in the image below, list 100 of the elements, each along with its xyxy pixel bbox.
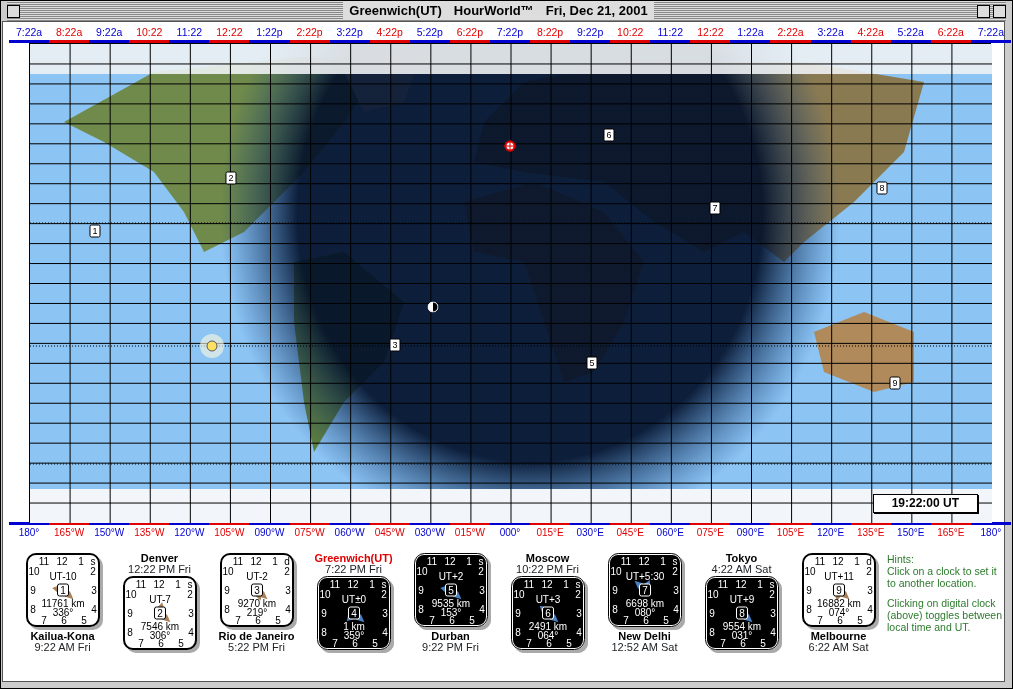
longitude-label: 120°E: [810, 522, 851, 539]
close-box[interactable]: [7, 4, 20, 18]
dial-numeral: 10: [318, 588, 331, 600]
dial-numeral: 1: [853, 555, 860, 567]
utc-offset: UT±0: [341, 593, 366, 605]
dial-numeral: 3: [672, 584, 679, 596]
dial-numeral: 4: [575, 626, 582, 638]
dial-numeral: 11: [523, 578, 534, 590]
dial-numeral: 5: [856, 614, 863, 626]
dial-numeral: 11: [717, 578, 728, 590]
dial-numeral: 2: [671, 565, 678, 577]
dial-numeral: 9: [611, 584, 618, 596]
dial-numeral: 9: [417, 584, 424, 596]
hints-title: Hints:: [887, 553, 915, 565]
local-time: 12:22 PM Fri: [128, 564, 191, 575]
dial-numeral: 4: [478, 603, 485, 615]
dial-numeral: 7: [40, 614, 47, 626]
local-time: 9:22 PM Fri: [422, 642, 479, 653]
dial-numeral: 9: [805, 584, 812, 596]
dial-numeral: 12: [540, 578, 553, 590]
dial-numeral: 1: [368, 578, 375, 590]
clock-number: 7: [638, 583, 651, 597]
clock-number: 3: [250, 583, 263, 597]
dial-numeral: 8: [514, 626, 521, 638]
window-title: Fri, Dec 21, 2001: [539, 2, 654, 20]
dial-numeral: 3: [187, 607, 194, 619]
dial-numeral: 5: [274, 614, 281, 626]
dial-numeral: 4: [672, 603, 679, 615]
local-time: 9:22 AM Fri: [34, 642, 91, 653]
location-marker[interactable]: 8: [876, 181, 888, 195]
dial-numeral: 9: [514, 607, 521, 619]
dial-numeral: 1: [77, 555, 84, 567]
longitude-label: 150°E: [890, 522, 931, 539]
utc-offset: UT+5:30: [625, 570, 664, 582]
moon-icon: [427, 301, 439, 313]
longitude-label: 030°W: [409, 522, 450, 539]
dial-numeral: 11: [426, 555, 437, 567]
longitude-label: 060°E: [650, 522, 691, 539]
dial-numeral: 8: [320, 626, 327, 638]
longitude-label: 000°: [489, 522, 530, 539]
dial-numeral: 12: [443, 555, 456, 567]
location-marker[interactable]: 5: [586, 356, 598, 370]
dial-numeral: 12: [637, 555, 650, 567]
window-title: Greenwich(UT): [343, 2, 448, 20]
dial-numeral: 4: [769, 626, 776, 638]
dial-numeral: 8: [417, 603, 424, 615]
city-name: Rio de Janeiro: [218, 631, 295, 642]
dst-indicator: s: [90, 555, 95, 567]
location-marker[interactable]: 7: [709, 201, 721, 215]
dial-numeral: 3: [575, 607, 582, 619]
longitude-label: 075°W: [289, 522, 330, 539]
local-time: 12:52 AM Sat: [611, 642, 678, 653]
dial-numeral: 11: [329, 578, 340, 590]
dial-numeral: 3: [381, 607, 388, 619]
location-marker[interactable]: 2: [225, 171, 237, 185]
dst-indicator: s: [478, 555, 483, 567]
dial-numeral: 1: [174, 578, 181, 590]
longitude-label: 045°E: [610, 522, 651, 539]
city-name: Moscow: [525, 553, 570, 564]
dial-numeral: 4: [284, 603, 291, 615]
location-marker[interactable]: 3: [389, 338, 401, 352]
dial-numeral: 8: [126, 626, 133, 638]
dial-numeral: 11: [814, 555, 825, 567]
location-marker[interactable]: 6: [603, 128, 615, 142]
city-name: Tokyo: [725, 553, 758, 564]
utc-offset: UT-7: [148, 593, 171, 605]
location-marker[interactable]: 9: [889, 376, 901, 390]
longitude-label: 015°E: [530, 522, 571, 539]
clock-face[interactable]: 11 12 1 s 10 2 9 3 8 4 7 6 5 UT±0 4 1 km 359°: [316, 576, 391, 650]
longitude-label: 045°W: [369, 522, 410, 539]
dial-numeral: 7: [331, 637, 338, 649]
dial-numeral: 8: [29, 603, 36, 615]
dial-numeral: 9: [126, 607, 133, 619]
dial-numeral: 5: [759, 637, 766, 649]
local-time: 10:22 PM Fri: [516, 564, 579, 575]
dial-numeral: 2: [865, 565, 872, 577]
longitude-label: 105°E: [770, 522, 811, 539]
dial-numeral: 2: [186, 588, 193, 600]
dial-numeral: 2: [477, 565, 484, 577]
dial-numeral: 3: [866, 584, 873, 596]
collapse-box[interactable]: [993, 4, 1006, 18]
distance: 7546 km: [140, 620, 179, 632]
dial-numeral: 10: [27, 565, 40, 577]
clock-number: 8: [735, 606, 748, 620]
digital-clock[interactable]: 19:22:00 UT: [872, 494, 978, 513]
dial-numeral: 12: [249, 555, 262, 567]
dial-numeral: 7: [137, 637, 144, 649]
zoom-box[interactable]: [977, 4, 990, 18]
dial-numeral: 5: [468, 614, 475, 626]
dial-numeral: 1: [562, 578, 569, 590]
dial-numeral: 2: [380, 588, 387, 600]
local-time: 7:22 PM Fri: [325, 564, 382, 575]
dial-numeral: 5: [565, 637, 572, 649]
dial-numeral: 2: [574, 588, 581, 600]
hint-text: Clicking on digital clock (above) toggles between local time and UT.: [887, 597, 1002, 633]
location-marker[interactable]: 1: [89, 224, 101, 238]
utc-offset: UT+2: [438, 570, 463, 582]
sun-icon: [199, 333, 225, 359]
dial-numeral: 5: [371, 637, 378, 649]
longitude-label: 135°E: [850, 522, 891, 539]
